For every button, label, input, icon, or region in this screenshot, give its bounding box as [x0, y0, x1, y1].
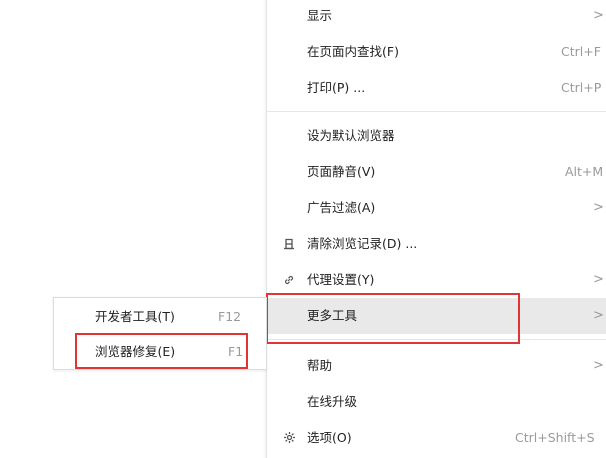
- menu-item-options[interactable]: 选项(O) Ctrl+Shift+S: [267, 420, 606, 456]
- chevron-right-icon: >: [593, 308, 604, 323]
- menu-item-label: 显示: [307, 8, 333, 23]
- submenu-item-browser-repair[interactable]: 浏览器修复(E) F1: [54, 336, 266, 368]
- submenu-item-shortcut: F12: [218, 309, 242, 324]
- browser-main-menu: 显示 > 在页面内查找(F) Ctrl+F 打印(P) ... Ctrl+P 设…: [266, 0, 606, 458]
- more-tools-submenu: 开发者工具(T) F12 浏览器修复(E) F1: [53, 297, 267, 370]
- menu-item-shortcut: Ctrl+F: [561, 44, 601, 59]
- menu-item-set-default-browser[interactable]: 设为默认浏览器: [267, 118, 606, 154]
- menu-item-shortcut: Ctrl+P: [561, 80, 602, 95]
- menu-item-label: 帮助: [307, 358, 333, 373]
- chevron-right-icon: >: [593, 272, 604, 287]
- screenshot-canvas: 显示 > 在页面内查找(F) Ctrl+F 打印(P) ... Ctrl+P 设…: [0, 0, 606, 458]
- menu-item-label: 打印(P) ...: [307, 80, 366, 95]
- menu-item-online-upgrade[interactable]: 在线升级: [267, 384, 606, 420]
- menu-separator: [267, 111, 606, 112]
- chevron-right-icon: >: [593, 8, 604, 23]
- menu-item-label: 代理设置(Y): [307, 272, 375, 287]
- menu-item-label: 广告过滤(A): [307, 200, 376, 215]
- menu-item-more-tools[interactable]: 更多工具 >: [267, 298, 606, 334]
- menu-item-help[interactable]: 帮助 >: [267, 348, 606, 384]
- submenu-item-label: 开发者工具(T): [95, 309, 175, 324]
- menu-item-label: 在页面内查找(F): [307, 44, 399, 59]
- menu-item-label: 选项(O): [307, 430, 352, 445]
- menu-item-label: 在线升级: [307, 394, 358, 409]
- menu-item-label: 清除浏览记录(D) ...: [307, 236, 418, 251]
- chevron-right-icon: >: [593, 200, 604, 215]
- menu-item-shortcut: Ctrl+Shift+S: [515, 430, 595, 445]
- gear-icon: [281, 420, 297, 456]
- chevron-right-icon: >: [593, 358, 604, 373]
- menu-item-clear-history[interactable]: 清除浏览记录(D) ...: [267, 226, 606, 262]
- menu-item-find-in-page[interactable]: 在页面内查找(F) Ctrl+F: [267, 34, 606, 70]
- menu-item-display[interactable]: 显示 >: [267, 0, 606, 34]
- menu-item-proxy-settings[interactable]: 代理设置(Y) >: [267, 262, 606, 298]
- menu-item-label: 页面静音(V): [307, 164, 376, 179]
- link-icon: [281, 262, 297, 298]
- menu-item-mute-page[interactable]: 页面静音(V) Alt+M: [267, 154, 606, 190]
- submenu-item-developer-tools[interactable]: 开发者工具(T) F12: [54, 301, 266, 333]
- menu-item-ad-filter[interactable]: 广告过滤(A) >: [267, 190, 606, 226]
- menu-item-print[interactable]: 打印(P) ... Ctrl+P: [267, 70, 606, 106]
- menu-separator: [267, 339, 606, 340]
- submenu-item-label: 浏览器修复(E): [95, 344, 176, 359]
- eraser-icon: [281, 226, 297, 262]
- menu-item-label: 设为默认浏览器: [307, 128, 395, 143]
- submenu-item-shortcut: F1: [228, 344, 244, 359]
- menu-item-label: 更多工具: [307, 308, 358, 323]
- menu-item-shortcut: Alt+M: [565, 164, 604, 179]
